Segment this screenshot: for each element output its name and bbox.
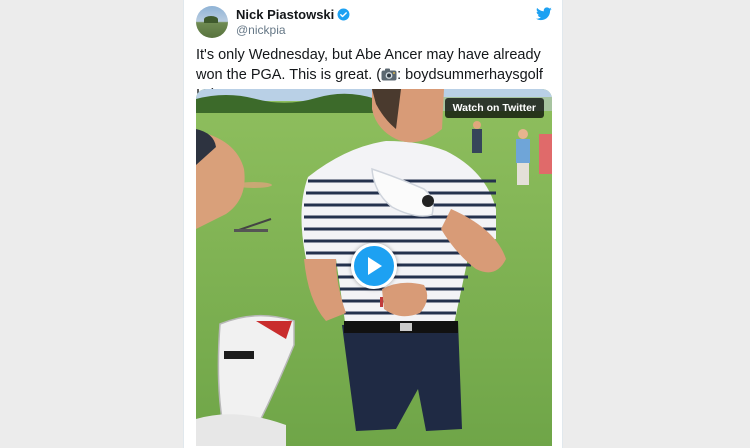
author-name-row[interactable]: Nick Piastowski <box>236 7 350 22</box>
play-icon <box>368 257 382 275</box>
play-button[interactable] <box>351 243 397 289</box>
author-handle[interactable]: @nickpia <box>236 23 286 37</box>
twitter-bird-icon[interactable] <box>536 7 552 21</box>
author-display-name[interactable]: Nick Piastowski <box>236 7 334 22</box>
camera-flash-icon <box>381 68 397 81</box>
avatar[interactable] <box>196 6 228 38</box>
watch-on-twitter-label[interactable]: Watch on Twitter <box>444 98 544 118</box>
embedded-tweet-card: Nick Piastowski @nickpia It's only Wedne… <box>183 0 563 448</box>
video-player[interactable]: Watch on Twitter <box>196 89 552 446</box>
verified-badge-icon <box>337 8 350 21</box>
